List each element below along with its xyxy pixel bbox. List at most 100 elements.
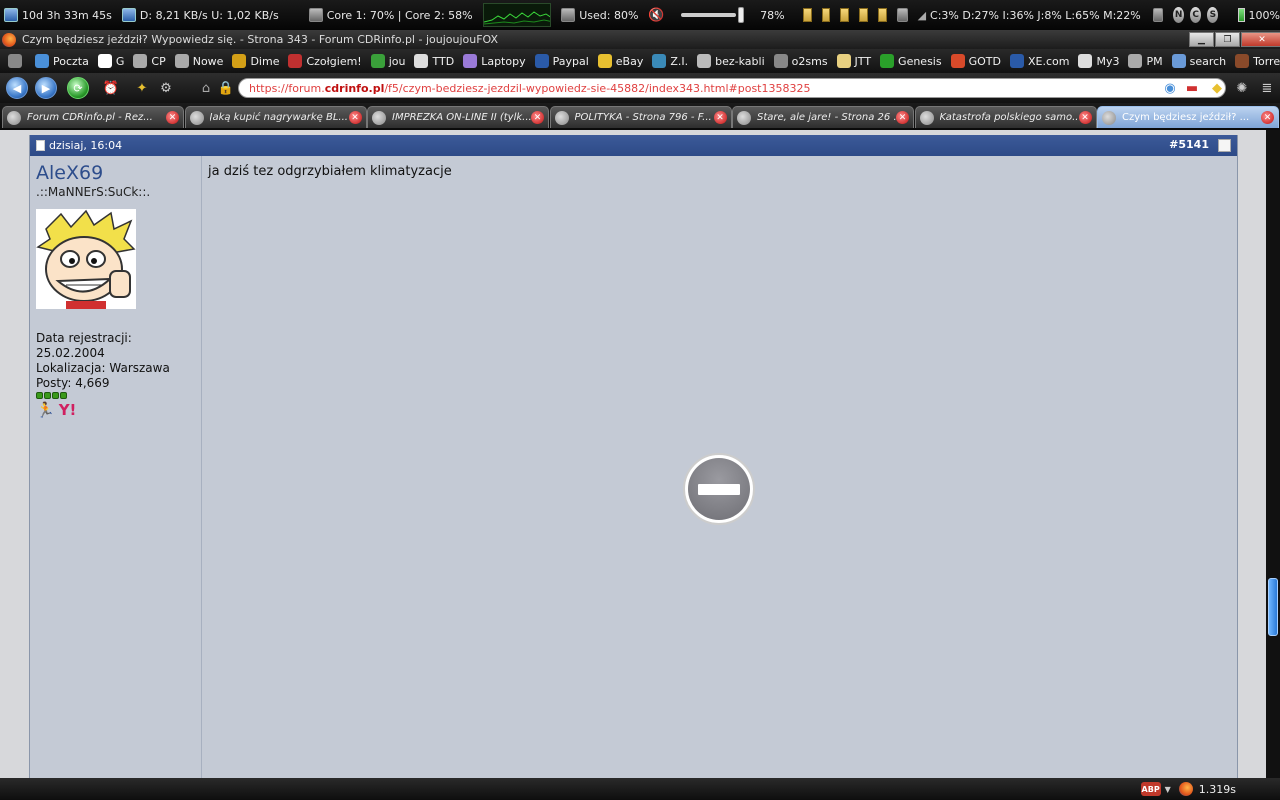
browser-tab[interactable]: POLITYKA - Strona 796 - F... ✕ [549,106,732,128]
star-icon[interactable]: ✦ [132,78,152,98]
blocked-plugin-icon[interactable] [683,453,755,525]
snapshot-icon[interactable] [897,8,908,22]
bookmark-label: eBay [615,54,644,68]
tab-close-icon[interactable]: ✕ [348,111,362,124]
lock-icon[interactable]: 🔒 [216,78,236,98]
username-link[interactable]: AleX69 [36,162,195,184]
tab-close-icon[interactable]: ✕ [1078,111,1092,124]
maximize-button[interactable]: ❐ [1215,32,1240,47]
reputation-dot [44,392,51,399]
folder-icon[interactable] [802,8,812,22]
bookmarks-menu-icon[interactable] [8,54,26,68]
post-select-checkbox[interactable] [1218,139,1231,152]
tray-s-icon[interactable]: S [1207,7,1219,23]
tab-favicon-icon [1102,110,1116,125]
uptime-widget: 10d 3h 33m 45s [4,8,112,22]
bookmark-item[interactable]: TorrentDay [1235,54,1280,68]
browser-tab[interactable]: Jaką kupić nagrywarkę BL... ✕ [184,106,367,128]
aim-icon[interactable]: 🏃 [36,401,55,419]
my3-icon [1078,54,1093,68]
tab-close-icon[interactable]: ✕ [1261,111,1274,124]
folder-icon[interactable] [878,8,888,22]
close-button[interactable]: ✕ [1241,32,1280,47]
bookmark-item[interactable]: CP [133,54,166,68]
tab-close-icon[interactable]: ✕ [531,111,544,124]
o2sms-icon [773,54,788,68]
window-title-bar[interactable]: Czym będziesz jeździł? Wypowiedz się. - … [0,30,1280,49]
site-info-icon[interactable]: ◉ [1160,78,1180,98]
mute-icon[interactable]: 🔇 [648,8,664,23]
tab-close-icon[interactable]: ✕ [896,111,909,124]
tray-n-icon[interactable]: N [1173,7,1185,23]
scrollbar-thumb[interactable] [1268,578,1278,636]
alarm-clock-icon[interactable]: ⏰ [101,78,121,98]
browser-tab[interactable]: IMPREZKA ON-LINE II (tylk... ✕ [367,106,549,128]
forward-button[interactable]: ▶ [35,77,57,99]
tab-close-icon[interactable]: ✕ [166,111,179,124]
user-avatar[interactable] [36,209,136,309]
folder-icon[interactable] [821,8,831,22]
bookmark-item[interactable]: Czołgiem! [288,54,362,68]
bookmark-item[interactable]: Z.I. [652,54,688,68]
bookmark-item[interactable]: JTT [836,54,871,68]
browser-tab[interactable]: Forum CDRinfo.pl - Rez... ✕ [2,106,184,128]
torrentday-icon [1235,54,1250,68]
tab-title: Forum CDRinfo.pl - Rez... [27,112,153,123]
tray-c-icon[interactable]: C [1190,7,1202,23]
network-text: D: 8,21 KB/s U: 1,02 KB/s [139,8,279,22]
minimize-button[interactable]: ▁ [1189,32,1214,47]
tab-close-icon[interactable]: ✕ [713,111,727,124]
tab-favicon-icon [189,110,204,125]
drives-widget: ◢ C:3% D:27% I:36% J:8% L:65% M:22% [918,9,1141,22]
bookmark-label: Poczta [53,54,89,68]
rss-icon[interactable]: ◆ [1207,78,1227,98]
bookmark-item[interactable]: Laptopy [463,54,526,68]
activity-icon[interactable]: ✺ [1232,78,1252,98]
back-button[interactable]: ◀ [6,77,28,99]
cpu-icon [308,8,323,22]
menu-icon[interactable]: ≣ [1257,78,1277,98]
user-details: Data rejestracji: 25.02.2004 Lokalizacja… [36,331,195,391]
bookmark-item[interactable]: PM [1128,54,1163,68]
tab-title: Czym będziesz jeździł? ... [1122,112,1250,123]
firebug-icon[interactable] [1178,782,1193,796]
bookmark-icon[interactable]: ▬ [1182,78,1202,98]
browser-tab[interactable]: Stare, ale jare! - Strona 26 ... ✕ [732,106,914,128]
bookmark-item[interactable]: jou [370,54,405,68]
bookmark-item[interactable]: Paypal [534,54,589,68]
post-number-link[interactable]: #5141 [1169,138,1209,151]
bookmark-item[interactable]: bez-kabli [697,54,765,68]
browser-tab[interactable]: Katastrofa polskiego samo... ✕ [914,106,1097,128]
memory-widget: Used: 80% [561,8,638,22]
adblock-icon[interactable]: ABP [1140,782,1161,796]
bookmark-item[interactable]: My3 [1078,54,1119,68]
tray-app-icon[interactable] [1152,8,1164,22]
bookmark-item[interactable]: Dime [232,54,279,68]
home-icon[interactable]: ⌂ [196,78,216,98]
volume-knob[interactable] [738,7,745,23]
bookmark-item[interactable]: o2sms [773,54,828,68]
reputation-bar [36,392,195,399]
folder-icon[interactable] [840,8,850,22]
adblock-dropdown-icon[interactable]: ▼ [1165,785,1171,794]
bookmark-label: Z.I. [670,54,689,68]
bookmark-item[interactable]: TTD [414,54,454,68]
reload-button[interactable]: ⟳ [67,77,89,99]
bookmark-item[interactable]: search [1171,54,1226,68]
bookmark-item[interactable]: Genesis [880,54,942,68]
post-count: Posty: 4,669 [36,376,110,390]
bookmark-item[interactable]: XE.com [1009,54,1069,68]
folder-icon[interactable] [859,8,869,22]
bookmark-item[interactable]: Poczta [35,54,89,68]
pm-icon [1128,54,1143,68]
yahoo-icon[interactable]: Y! [59,401,77,419]
bookmark-item[interactable]: Nowe [174,54,223,68]
settings-icon[interactable]: ⚙ [156,78,176,98]
bookmark-item[interactable]: GOTD [950,54,1001,68]
volume-slider[interactable] [680,7,745,23]
vertical-scrollbar[interactable] [1266,130,1280,778]
url-bar[interactable]: https://forum. cdrinfo.pl/f5/czym-bedzies… [238,78,1226,98]
browser-tab[interactable]: Czym będziesz jeździł? ... ✕ [1097,106,1279,128]
bookmark-item[interactable]: eBay [597,54,644,68]
bookmark-item[interactable]: G [97,54,124,68]
